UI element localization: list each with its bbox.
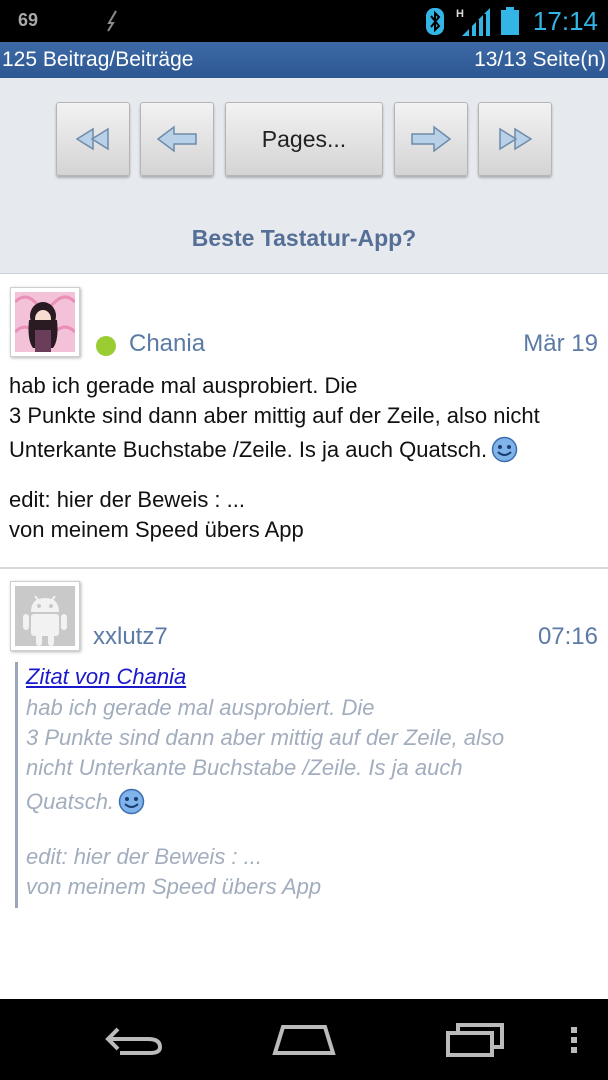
system-navigation-bar (0, 999, 608, 1080)
back-icon[interactable] (104, 1019, 166, 1059)
notification-count: 69 (18, 10, 39, 30)
quote-text-line: edit: hier der Beweis : ... (26, 844, 262, 869)
quote-text-line: hab ich gerade mal ausprobiert. Die (26, 695, 375, 720)
post-date: 07:16 (537, 623, 598, 650)
quote-block: Zitat von Chania hab ich gerade mal ausp… (15, 662, 600, 908)
home-icon[interactable] (271, 1019, 337, 1059)
post-text-line: edit: hier der Beweis : ... (9, 487, 245, 512)
page-info: 13/13 Seite(n) (474, 48, 606, 71)
overflow-menu-icon[interactable] (566, 1019, 582, 1059)
status-clock: 17:14 (532, 6, 598, 36)
user-avatar-image (15, 292, 75, 352)
quote-text-line: Quatsch. (26, 783, 600, 820)
smiley-icon (118, 788, 145, 814)
post-text: Unterkante Buchstabe /Zeile. Is ja auch … (9, 437, 488, 462)
smiley-icon (491, 436, 518, 462)
post-text-line: von meinem Speed übers App (9, 517, 304, 542)
first-page-button[interactable] (56, 102, 130, 176)
post-text-line: Unterkante Buchstabe /Zeile. Is ja auch … (9, 431, 599, 468)
quote-source-link[interactable]: Zitat von Chania (26, 662, 600, 693)
next-page-button[interactable] (394, 102, 468, 176)
notification-icon (107, 10, 117, 32)
status-bar: 69 H 17:14 (0, 0, 608, 42)
post-item[interactable]: Chania Mär 19 hab ich gerade mal ausprob… (0, 275, 608, 569)
network-type-label: H (456, 8, 464, 20)
previous-page-button[interactable] (140, 102, 214, 176)
signal-icon: H (456, 8, 490, 36)
arrow-left-icon (156, 125, 197, 153)
android-avatar-icon (15, 586, 75, 646)
last-page-button[interactable] (478, 102, 552, 176)
username[interactable]: xxlutz7 (93, 623, 168, 651)
quote-text-line: 3 Punkte sind dann aber mittig auf der Z… (26, 725, 505, 750)
quote-text: Quatsch. (26, 789, 115, 814)
recent-apps-icon[interactable] (444, 1019, 506, 1059)
battery-icon (501, 7, 519, 35)
avatar[interactable] (10, 581, 80, 651)
avatar[interactable] (10, 287, 80, 357)
pagination-toolbar: Pages... Beste Tastatur-App? (0, 78, 608, 274)
online-status-indicator (96, 336, 116, 356)
post-body: hab ich gerade mal ausprobiert. Die 3 Pu… (9, 371, 599, 545)
arrow-right-icon (411, 125, 452, 153)
quote-text-line: von meinem Speed übers App (26, 874, 322, 899)
double-arrow-left-icon (75, 127, 109, 151)
post-count: 125 Beitrag/Beiträge (2, 48, 194, 71)
post-text-line: 3 Punkte sind dann aber mittig auf der Z… (9, 403, 540, 428)
thread-header-bar: 125 Beitrag/Beiträge 13/13 Seite(n) (0, 42, 608, 78)
thread-title: Beste Tastatur-App? (191, 225, 417, 251)
post-item[interactable]: xxlutz7 07:16 Zitat von Chania hab ich g… (0, 571, 608, 999)
bluetooth-icon (426, 8, 444, 35)
post-date: Mär 19 (523, 330, 598, 357)
pages-button[interactable]: Pages... (225, 102, 383, 176)
post-text-line: hab ich gerade mal ausprobiert. Die (9, 373, 358, 398)
double-arrow-right-icon (499, 127, 533, 151)
quote-text-line: nicht Unterkante Buchstabe /Zeile. Is ja… (26, 755, 463, 780)
username[interactable]: Chania (129, 330, 205, 358)
